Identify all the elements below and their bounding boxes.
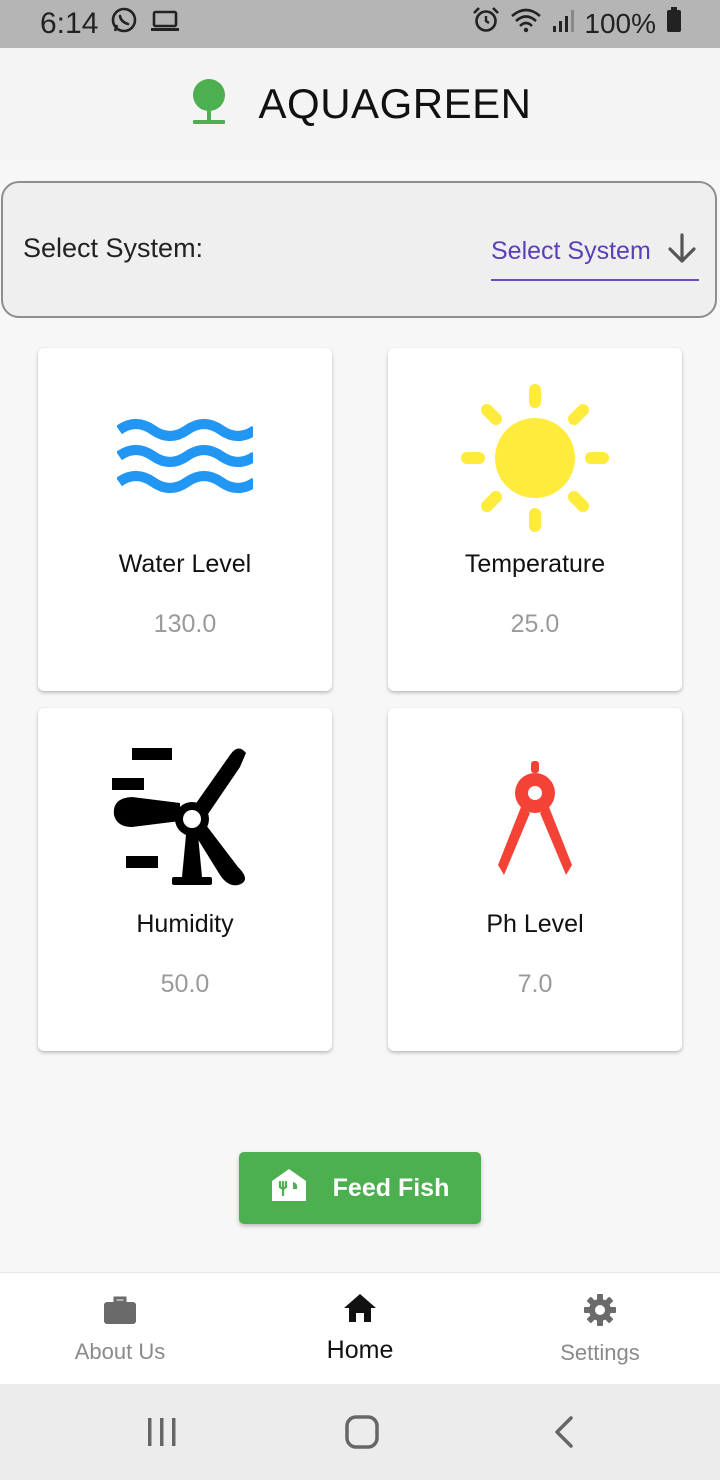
nav-label: About Us: [74, 1338, 166, 1364]
card-title: Ph Level: [486, 910, 584, 938]
nav-label: Settings: [560, 1339, 640, 1365]
battery-text: 100%: [584, 8, 656, 39]
alarm-icon: [472, 6, 500, 42]
bottom-navigation: About Us Home Settings: [0, 1272, 720, 1385]
water-level-card[interactable]: Water Level 130.0: [38, 348, 332, 691]
gear-icon: [583, 1293, 617, 1332]
home-circle-icon[interactable]: [322, 1384, 402, 1480]
feed-fish-label: Feed Fish: [332, 1173, 450, 1202]
nav-home[interactable]: Home: [240, 1273, 480, 1385]
briefcase-icon: [103, 1294, 137, 1331]
feed-store-icon: [271, 1168, 307, 1209]
app-title: AQUAGREEN: [258, 80, 532, 127]
app-bar: AQUAGREEN: [0, 48, 720, 160]
water-waves-icon: [38, 378, 332, 538]
ph-level-card[interactable]: Ph Level 7.0: [388, 708, 682, 1051]
home-icon: [343, 1293, 377, 1328]
humidity-card[interactable]: Humidity 50.0: [38, 708, 332, 1051]
feed-fish-button[interactable]: Feed Fish: [239, 1152, 481, 1224]
nav-label: Home: [326, 1336, 394, 1364]
signal-icon: [552, 8, 575, 41]
status-bar: 6:14 100%: [0, 0, 720, 48]
wind-turbine-icon: [38, 738, 332, 898]
card-title: Water Level: [118, 550, 252, 578]
nav-settings[interactable]: Settings: [480, 1273, 720, 1385]
wifi-icon: [510, 7, 542, 41]
card-value: 130.0: [153, 610, 217, 638]
status-time: 6:14: [40, 7, 99, 40]
laptop-icon: [150, 8, 180, 41]
card-value: 25.0: [510, 610, 560, 638]
sun-icon: [388, 378, 682, 538]
card-value: 7.0: [517, 970, 553, 998]
system-navigation-bar: [0, 1384, 720, 1480]
card-title: Humidity: [136, 910, 234, 938]
card-value: 50.0: [160, 970, 210, 998]
whatsapp-icon: [110, 6, 138, 42]
status-left: 6:14: [40, 6, 180, 42]
recent-apps-icon[interactable]: [122, 1384, 202, 1480]
back-icon[interactable]: [524, 1384, 604, 1480]
arrow-down-icon: [665, 232, 699, 271]
selector-label: Select System:: [23, 233, 204, 263]
status-right: 100%: [472, 6, 682, 42]
temperature-card[interactable]: Temperature 25.0: [388, 348, 682, 691]
card-title: Temperature: [464, 550, 606, 578]
compass-icon: [388, 738, 682, 898]
system-dropdown-value: Select System: [491, 236, 651, 265]
nav-about-us[interactable]: About Us: [0, 1273, 240, 1385]
battery-icon: [666, 7, 682, 41]
tree-icon: [189, 77, 229, 132]
system-dropdown[interactable]: Select System: [491, 223, 699, 281]
system-selector-panel: Select System: Select System: [1, 181, 717, 318]
